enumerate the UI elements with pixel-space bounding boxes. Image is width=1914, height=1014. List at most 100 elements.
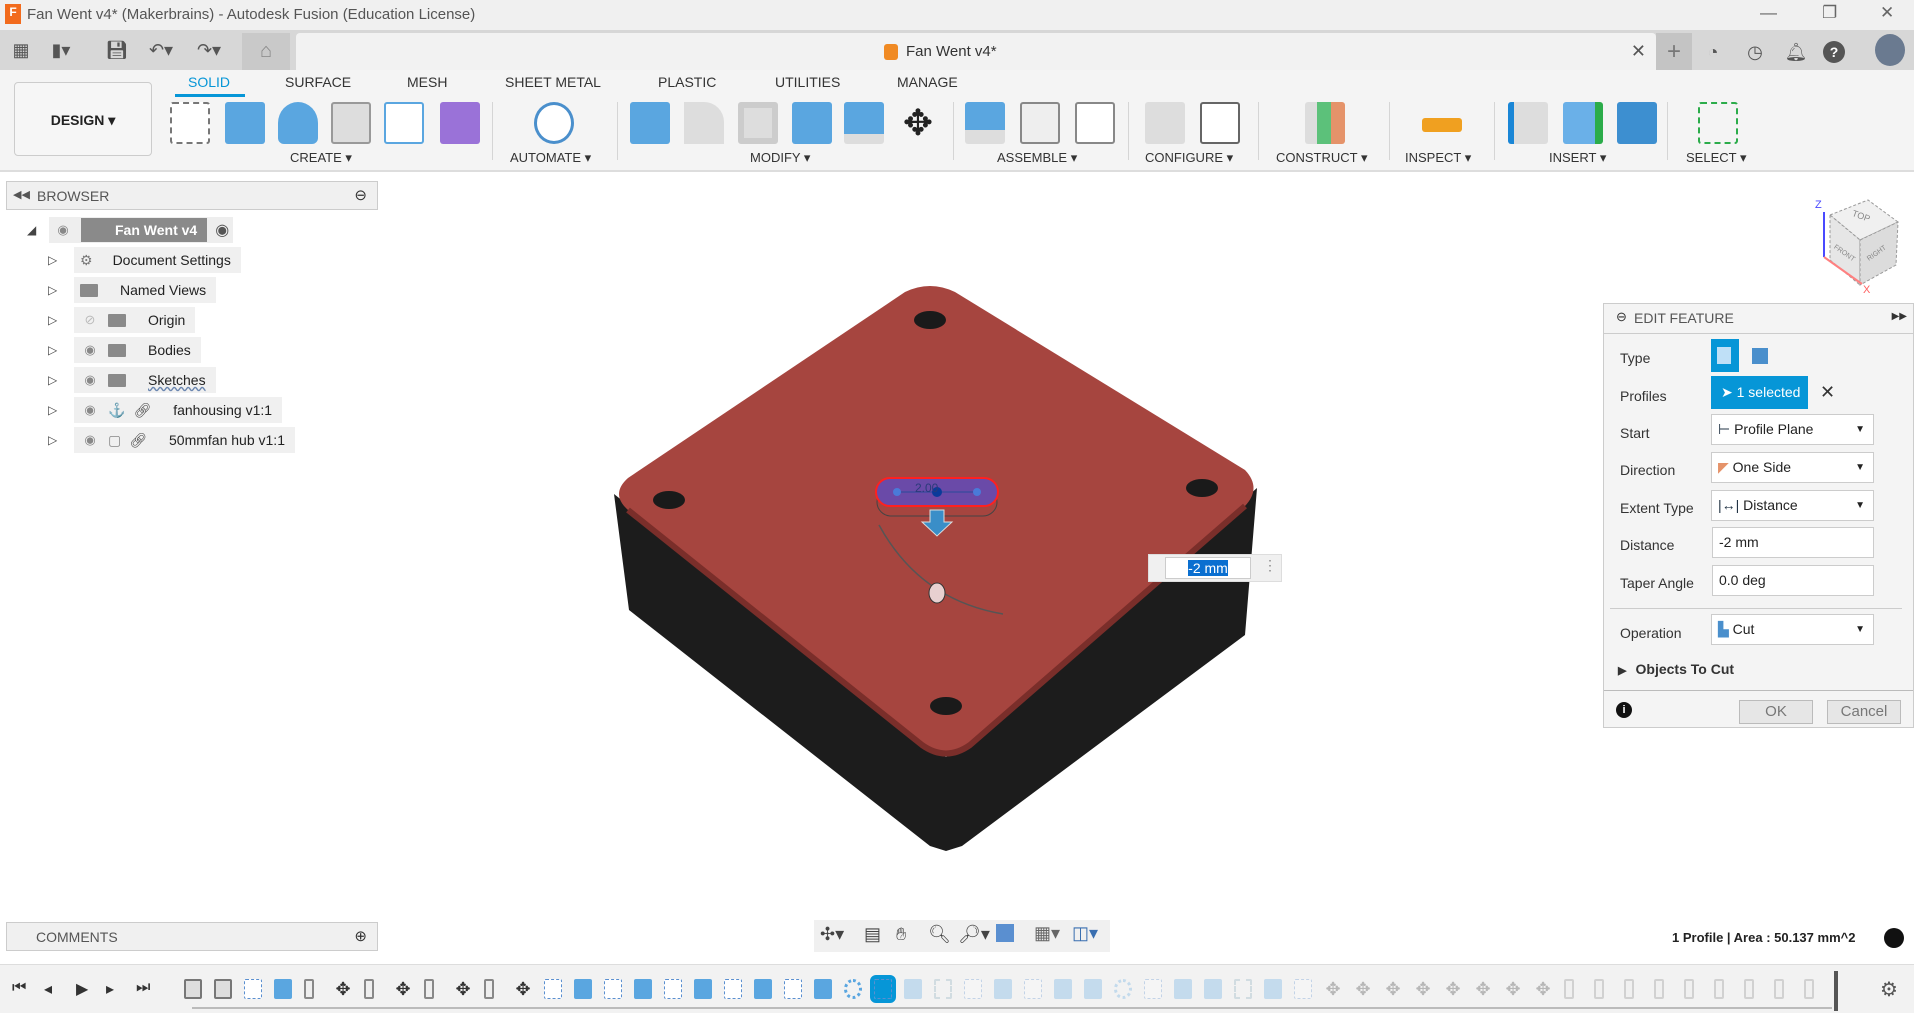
home-icon[interactable]: ⌂ (242, 33, 290, 70)
tab-utilities[interactable]: UTILITIES (775, 74, 840, 90)
offset-plane-icon[interactable] (1305, 102, 1345, 144)
timeline-sketch-icon[interactable] (724, 979, 742, 999)
timeline-sketch-icon[interactable] (544, 979, 562, 999)
timeline-extrude-icon[interactable] (1174, 979, 1192, 999)
tree-item-sketches[interactable]: ▷ ◉ Sketches (48, 367, 295, 393)
timeline-joint-icon[interactable] (424, 979, 434, 999)
timeline-extrude-icon[interactable] (1264, 979, 1282, 999)
timeline-link-icon[interactable] (214, 979, 232, 999)
tree-item-fan-hub[interactable]: ▷ ◉ ▢ 🔗︎ 50mmfan hub v1:1 (48, 427, 295, 453)
fillet-icon[interactable] (684, 102, 724, 144)
timeline-move-icon[interactable]: ✥ (334, 979, 352, 999)
file-menu-icon[interactable]: ▮▾ (46, 36, 76, 64)
expand-panel-icon[interactable]: ▶▶ (1892, 311, 1907, 322)
workspace-switcher[interactable]: DESIGN ▾ (14, 82, 152, 156)
group-assemble[interactable]: ASSEMBLE ▾ (997, 150, 1077, 166)
timeline-move-icon[interactable]: ✥ (514, 979, 532, 999)
more-options-icon[interactable]: ⋮ (1263, 557, 1277, 574)
timeline-joint-icon[interactable] (484, 979, 494, 999)
browser-root[interactable]: ◢ ◉ Fan Went v4 ◉ (27, 217, 234, 243)
viewcube-right-label[interactable]: RIGHT (1866, 244, 1888, 262)
timeline-extrude-icon[interactable] (634, 979, 652, 999)
timeline-extrude-icon[interactable] (1054, 979, 1072, 999)
bill-of-materials-icon[interactable] (1075, 102, 1115, 144)
collapse-panel-icon[interactable]: ⊖ (1616, 309, 1627, 325)
insert-mcmaster-icon[interactable] (1563, 102, 1603, 144)
shell-icon[interactable] (738, 102, 778, 144)
tab-solid[interactable]: SOLID (188, 74, 230, 90)
objects-to-cut-expander[interactable]: ▶ Objects To Cut (1618, 661, 1734, 677)
operation-dropdown[interactable]: ▙ Cut ▼ (1711, 614, 1874, 645)
group-configure[interactable]: CONFIGURE ▾ (1145, 150, 1233, 166)
timeline-sketch-icon[interactable] (964, 979, 982, 999)
timeline-joint-icon[interactable] (1654, 979, 1664, 999)
fit-icon[interactable]: 🔎︎▾ (958, 924, 990, 945)
timeline-extrude-icon[interactable] (694, 979, 712, 999)
expand-icon[interactable]: ▷ (48, 373, 62, 387)
joint-icon[interactable] (1020, 102, 1060, 144)
timeline-pattern-icon[interactable] (1114, 979, 1132, 999)
expand-icon[interactable]: ▷ (48, 253, 62, 267)
timeline-sketch-icon[interactable] (1024, 979, 1042, 999)
save-icon[interactable]: 💾︎ (102, 36, 132, 64)
timeline-move-icon[interactable]: ✥ (1504, 979, 1522, 999)
timeline-link-icon[interactable] (184, 979, 202, 999)
tree-item-named-views[interactable]: ▷ Named Views (48, 277, 295, 303)
timeline-extrude-icon[interactable] (1084, 979, 1102, 999)
timeline-extrude-icon[interactable] (574, 979, 592, 999)
undo-icon[interactable]: ↶▾ (146, 36, 176, 64)
timeline-extrude-icon[interactable] (904, 979, 922, 999)
tab-mesh[interactable]: MESH (407, 74, 447, 90)
pattern-icon[interactable] (384, 102, 424, 144)
timeline-move-icon[interactable]: ✥ (394, 979, 412, 999)
minimize-button[interactable]: — (1760, 3, 1777, 23)
help-icon[interactable]: ? (1823, 41, 1845, 63)
group-create[interactable]: CREATE ▾ (290, 150, 352, 166)
timeline-joint-icon[interactable] (1744, 979, 1754, 999)
viewcube-front-label[interactable]: FRONT (1832, 244, 1856, 264)
configure-icon[interactable] (1145, 102, 1185, 144)
tab-surface[interactable]: SURFACE (285, 74, 351, 90)
info-icon[interactable]: i (1616, 702, 1632, 718)
expand-icon[interactable]: ▷ (48, 313, 62, 327)
timeline-extrude-icon[interactable] (814, 979, 832, 999)
document-tab[interactable]: Fan Went v4* ✕ (296, 33, 1656, 70)
move-copy-icon[interactable]: ✥ (898, 102, 938, 144)
apps-grid-icon[interactable]: ▦ (6, 36, 36, 64)
automate-icon[interactable] (534, 102, 574, 144)
dimension-input[interactable]: -2 mm (1165, 557, 1251, 579)
timeline-extrude-icon[interactable] (994, 979, 1012, 999)
timeline-joint-icon[interactable] (1594, 979, 1604, 999)
group-inspect[interactable]: INSPECT ▾ (1405, 150, 1471, 166)
timeline-construct-icon[interactable] (934, 979, 952, 999)
tree-item-fanhousing[interactable]: ▷ ◉ ⚓ 🔗︎ fanhousing v1:1 (48, 397, 295, 423)
new-tab-icon[interactable]: + (1656, 33, 1692, 70)
zoom-icon[interactable]: 🔍︎ (928, 924, 951, 945)
grid-icon[interactable]: ▦▾ (1034, 923, 1060, 944)
start-dropdown[interactable]: ⊢ Profile Plane ▼ (1711, 414, 1874, 445)
expand-icon[interactable]: ▷ (48, 283, 62, 297)
insert-derive-icon[interactable] (1508, 102, 1548, 144)
configuration-table-icon[interactable] (1200, 102, 1240, 144)
pan-hand-icon[interactable]: ✋︎ (896, 924, 906, 945)
select-window-icon[interactable] (1698, 102, 1738, 144)
tab-manage[interactable]: MANAGE (897, 74, 958, 90)
timeline-move-icon[interactable]: ✥ (1354, 979, 1372, 999)
look-at-icon[interactable]: ▤ (864, 924, 881, 945)
tab-plastic[interactable]: PLASTIC (658, 74, 716, 90)
timeline-extrude-icon[interactable] (1204, 979, 1222, 999)
extent-type-dropdown[interactable]: |↔| Distance ▼ (1711, 490, 1874, 521)
tab-sheet-metal[interactable]: SHEET METAL (505, 74, 601, 90)
collapse-browser-icon[interactable]: ◀◀ (13, 188, 30, 201)
close-tab-icon[interactable]: ✕ (1631, 41, 1646, 62)
measure-icon[interactable] (1422, 118, 1462, 132)
orbit-icon[interactable]: ✣▾ (820, 924, 844, 945)
timeline-joint-icon[interactable] (364, 979, 374, 999)
extrude-icon[interactable] (225, 102, 265, 144)
timeline-sketch-icon[interactable] (870, 975, 896, 1003)
tree-item-origin[interactable]: ▷ ⊘ Origin (48, 307, 295, 333)
eye-icon[interactable]: ◉ (80, 402, 100, 418)
browser-minimize-icon[interactable]: ⊖ (354, 186, 367, 204)
extensions-icon[interactable]: ◔ (1699, 38, 1727, 66)
timeline-settings-gear-icon[interactable]: ⚙ (1880, 977, 1898, 1002)
